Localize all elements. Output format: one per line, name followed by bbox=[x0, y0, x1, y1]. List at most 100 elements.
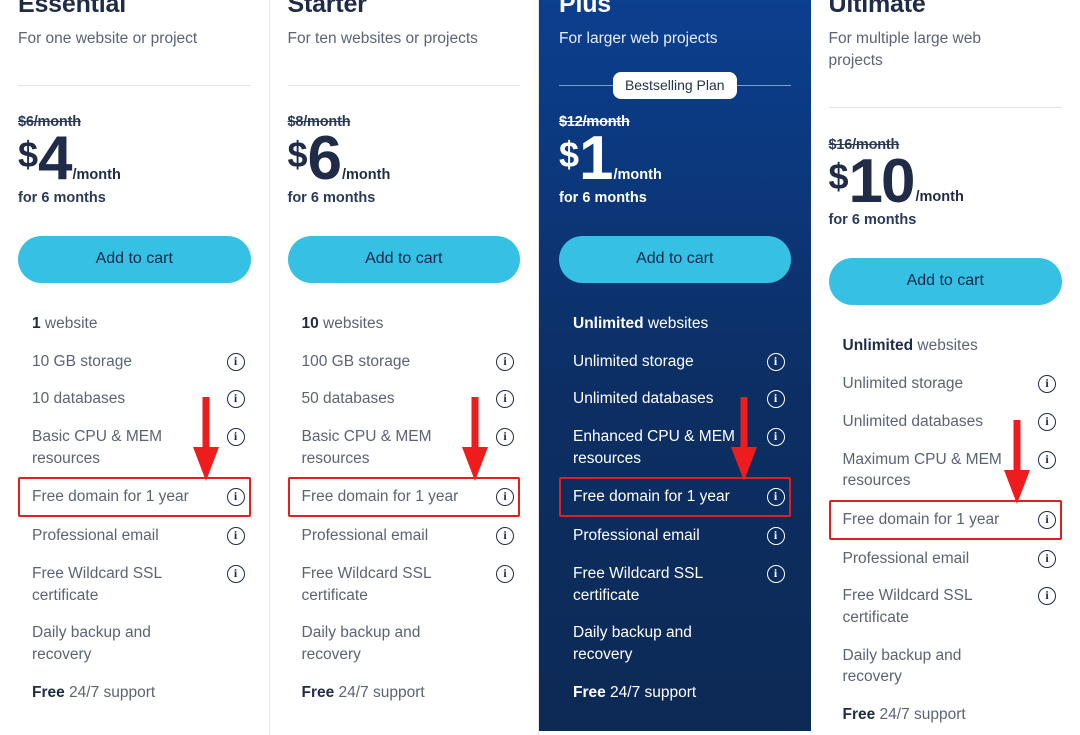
price-block: $16/month $10/month for 6 months bbox=[829, 137, 1063, 229]
pricing-plans-grid: Essential For one website or project $6/mo… bbox=[0, 0, 1080, 735]
divider-line bbox=[287, 84, 520, 86]
price-term: for 6 months bbox=[828, 212, 917, 229]
feature-label-text: 10 GB storage bbox=[32, 352, 132, 370]
info-icon[interactable]: i bbox=[1038, 375, 1056, 394]
info-icon[interactable]: i bbox=[766, 564, 785, 583]
add-to-cart-button[interactable]: Add to cart bbox=[559, 236, 791, 284]
info-icon[interactable]: i bbox=[496, 488, 514, 507]
info-icon[interactable]: i bbox=[766, 390, 785, 409]
info-icon[interactable]: i bbox=[226, 564, 245, 583]
feature-label: Unlimited storage bbox=[843, 373, 972, 395]
info-icon[interactable]: i bbox=[496, 527, 514, 546]
price-amount: 4 bbox=[38, 124, 73, 194]
info-icon[interactable]: i bbox=[1038, 587, 1056, 606]
feature-label-emphasis: Unlimited bbox=[573, 315, 644, 333]
feature-label: Basic CPU & MEM resources bbox=[302, 426, 480, 469]
add-to-cart-button[interactable]: Add to cart bbox=[287, 236, 520, 284]
price-currency: $ bbox=[18, 134, 39, 176]
feature-label-text: Unlimited databases bbox=[842, 412, 983, 430]
price-block: $8/month $6/month for 6 months bbox=[288, 114, 521, 206]
feature-row: Maximum CPU & MEM resources i bbox=[829, 441, 1063, 500]
feature-row-highlighted: Free domain for 1 year i bbox=[287, 397, 520, 518]
price-currency: $ bbox=[559, 134, 580, 176]
feature-row-highlighted: Free domain for 1 year i bbox=[828, 419, 1062, 540]
feature-label-text: Free domain for 1 year bbox=[301, 488, 459, 506]
feature-row-highlighted: Free domain for 1 year i bbox=[559, 397, 791, 518]
feature-row: Free Wildcard SSL certificate i bbox=[559, 555, 791, 614]
feature-row: Unlimited websitesi bbox=[829, 327, 1063, 365]
info-icon[interactable]: i bbox=[766, 488, 785, 507]
plan-divider: Bestselling Plan bbox=[559, 71, 791, 99]
feature-label-text: Professional email bbox=[301, 527, 429, 545]
feature-list: 1 websitei10 GB storagei10 databasesiBas… bbox=[18, 305, 251, 711]
info-icon[interactable]: i bbox=[766, 428, 785, 447]
feature-label-text: Free Wildcard SSL certificate bbox=[301, 564, 432, 604]
info-icon[interactable]: i bbox=[226, 352, 245, 371]
feature-label: Unlimited storage bbox=[573, 351, 702, 373]
current-price: $10/month bbox=[829, 146, 1063, 216]
feature-label-emphasis: Free bbox=[842, 706, 876, 724]
plan-card-plus: Plus For larger web projects Bestselling P… bbox=[539, 0, 811, 731]
feature-label-text: websites bbox=[913, 337, 978, 355]
add-to-cart-button[interactable]: Add to cart bbox=[18, 236, 251, 284]
feature-row: Professional email i bbox=[288, 517, 521, 555]
info-icon[interactable]: i bbox=[1038, 412, 1056, 431]
feature-label: Professional email bbox=[32, 525, 167, 547]
feature-label-text: Daily backup and recovery bbox=[301, 624, 421, 663]
feature-label-text: Free domain for 1 year bbox=[573, 488, 730, 506]
feature-row: 10 databases i bbox=[18, 380, 251, 418]
feature-label: Daily backup and recovery bbox=[573, 622, 751, 665]
feature-label: Professional email bbox=[843, 548, 978, 570]
feature-label-text: Basic CPU & MEM resources bbox=[301, 428, 432, 467]
price-period: /month bbox=[72, 167, 121, 184]
feature-label-text: 50 databases bbox=[301, 390, 395, 408]
feature-label-text: Free Wildcard SSL certificate bbox=[842, 587, 973, 626]
feature-list: Unlimited websitesiUnlimited storageiUnl… bbox=[828, 327, 1063, 733]
feature-label-text: 24/7 support bbox=[64, 683, 156, 701]
info-icon[interactable]: i bbox=[496, 564, 514, 583]
feature-row: Free 24/7 supporti bbox=[18, 674, 251, 712]
feature-row: Daily backup and recoveryi bbox=[288, 614, 521, 673]
info-icon[interactable]: i bbox=[226, 527, 245, 546]
feature-label: Free domain for 1 year bbox=[302, 486, 467, 508]
feature-label-text: 24/7 support bbox=[875, 706, 966, 724]
info-icon[interactable]: i bbox=[1038, 510, 1056, 529]
feature-label-text: websites bbox=[318, 315, 384, 333]
info-icon[interactable]: i bbox=[226, 488, 245, 507]
info-icon[interactable]: i bbox=[496, 390, 514, 409]
info-icon[interactable]: i bbox=[226, 390, 245, 409]
current-price: $1/month bbox=[559, 128, 791, 189]
add-to-cart-button[interactable]: Add to cart bbox=[828, 258, 1062, 306]
feature-label-text: Free domain for 1 year bbox=[842, 510, 1000, 528]
info-icon[interactable]: i bbox=[766, 527, 785, 546]
plan-divider bbox=[828, 97, 1062, 119]
info-icon[interactable]: i bbox=[496, 352, 514, 371]
plan-divider bbox=[287, 74, 520, 96]
feature-label: Free domain for 1 year bbox=[843, 509, 1008, 531]
info-icon[interactable]: i bbox=[1038, 450, 1056, 469]
feature-row: Daily backup and recoveryi bbox=[829, 637, 1063, 696]
feature-row: Unlimited websitesi bbox=[559, 305, 791, 343]
price-term: for 6 months bbox=[287, 190, 376, 207]
price-amount: 10 bbox=[848, 146, 916, 216]
info-icon[interactable]: i bbox=[226, 428, 245, 447]
price-block: $6/month $4/month for 6 months bbox=[18, 114, 251, 206]
info-icon[interactable]: i bbox=[1038, 549, 1056, 568]
feature-label: Free Wildcard SSL certificate bbox=[573, 563, 751, 606]
feature-row: Enhanced CPU & MEM resources i bbox=[559, 418, 791, 477]
feature-label: Free 24/7 support bbox=[843, 704, 974, 726]
info-icon[interactable]: i bbox=[766, 352, 785, 371]
plan-card-ultimate: Ultimate For multiple large web projects $… bbox=[810, 0, 1080, 735]
current-price: $6/month bbox=[288, 128, 521, 189]
feature-row: Unlimited databases i bbox=[559, 380, 791, 418]
plan-title: Essential bbox=[18, 0, 126, 18]
info-icon[interactable]: i bbox=[496, 428, 514, 447]
feature-label: Free Wildcard SSL certificate bbox=[843, 585, 1021, 628]
feature-label-emphasis: Unlimited bbox=[842, 337, 914, 355]
plan-description: For one website or project bbox=[18, 30, 198, 47]
feature-label-text: Professional email bbox=[32, 527, 159, 545]
feature-label-text: Free Wildcard SSL certificate bbox=[573, 564, 703, 604]
feature-label: Free 24/7 support bbox=[302, 682, 433, 704]
price-block: $12/month $1/month for 6 months bbox=[559, 114, 791, 206]
feature-row: Basic CPU & MEM resources i bbox=[288, 418, 521, 477]
